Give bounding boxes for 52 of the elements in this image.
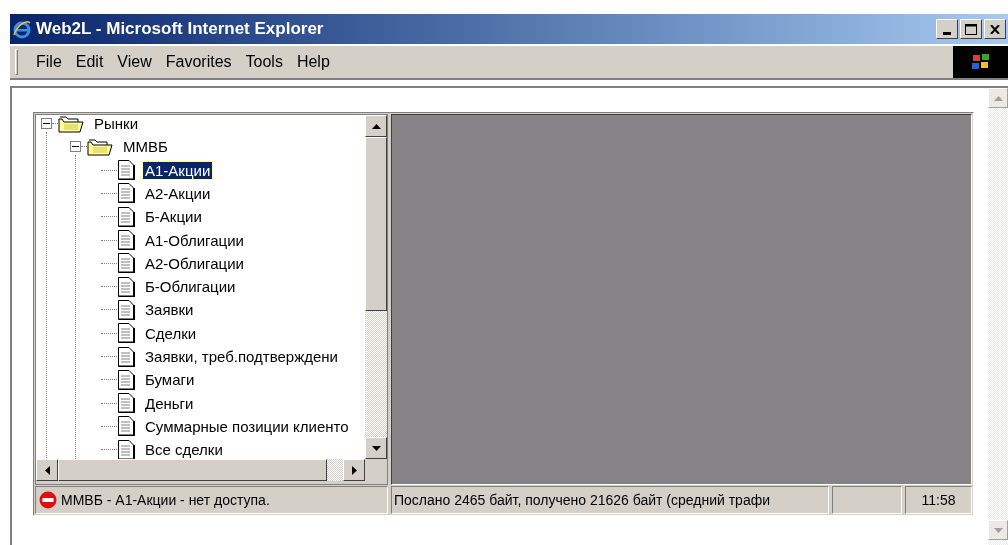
- windows-logo-icon: [953, 46, 1008, 78]
- tree-item[interactable]: Б-Акции: [143, 208, 204, 226]
- tree-item[interactable]: Рынки: [92, 115, 140, 132]
- tree-item[interactable]: Все сделки: [143, 441, 225, 459]
- menu-item[interactable]: Edit: [69, 50, 110, 74]
- tree-item[interactable]: Суммарные позиции клиенто: [143, 417, 351, 435]
- menu-item[interactable]: View: [111, 50, 158, 74]
- maximize-icon: [965, 23, 977, 35]
- tree-item[interactable]: Сделки: [143, 324, 199, 342]
- close-button[interactable]: [984, 19, 1006, 39]
- tree-item[interactable]: А1-Акции: [143, 161, 213, 179]
- scroll-thumb[interactable]: [365, 137, 387, 311]
- maximize-button[interactable]: [960, 19, 982, 39]
- tree-item[interactable]: ММВБ: [121, 138, 170, 156]
- close-icon: [990, 24, 1000, 34]
- scroll-right-button[interactable]: [343, 459, 365, 481]
- status-message: ММВБ - А1-Акции - нет доступа.: [61, 490, 270, 510]
- scroll-left-button[interactable]: [36, 459, 58, 481]
- right-arrow-icon: [351, 465, 357, 475]
- up-arrow-icon: [993, 95, 1003, 101]
- vertical-scrollbar[interactable]: [365, 115, 387, 459]
- menu-item[interactable]: File: [30, 50, 68, 74]
- tree-item[interactable]: Деньги: [143, 394, 196, 412]
- window-title: Web2L - Microsoft Internet Explorer: [36, 18, 324, 41]
- minimize-icon: [943, 32, 951, 35]
- up-arrow-icon: [371, 123, 381, 129]
- horizontal-scrollbar[interactable]: [36, 459, 365, 481]
- tree-item[interactable]: Заявки, треб.подтверждени: [143, 348, 340, 365]
- scroll-down-button[interactable]: [365, 437, 387, 459]
- tree-item[interactable]: А1-Облигации: [143, 231, 246, 249]
- down-arrow-icon: [993, 527, 1003, 533]
- browser-icon: [12, 19, 32, 39]
- left-arrow-icon: [44, 465, 50, 475]
- collapse-icon[interactable]: [41, 118, 52, 129]
- menu-item[interactable]: Favorites: [159, 50, 238, 74]
- scroll-thumb[interactable]: [58, 459, 327, 481]
- menu-item[interactable]: Help: [290, 50, 336, 74]
- menu-item[interactable]: Tools: [239, 50, 289, 74]
- traffic-status: Послано 2465 байт, получено 21626 байт (средний трафи: [394, 490, 770, 510]
- tree-item[interactable]: Бумаги: [143, 371, 197, 389]
- tree-item[interactable]: А2-Акции: [143, 184, 213, 202]
- folder-icon: [58, 115, 84, 133]
- stop-icon: [39, 491, 57, 510]
- clock-time: 11:58: [921, 490, 956, 510]
- tree-item[interactable]: А2-Облигации: [143, 254, 246, 272]
- tree-item[interactable]: Б-Облигации: [143, 278, 238, 296]
- scroll-up-button[interactable]: [365, 115, 387, 137]
- collapse-icon[interactable]: [70, 141, 81, 153]
- down-arrow-icon: [371, 445, 381, 451]
- folder-icon: [87, 137, 113, 156]
- tree-item[interactable]: Заявки: [143, 301, 196, 319]
- minimize-button[interactable]: [936, 19, 958, 39]
